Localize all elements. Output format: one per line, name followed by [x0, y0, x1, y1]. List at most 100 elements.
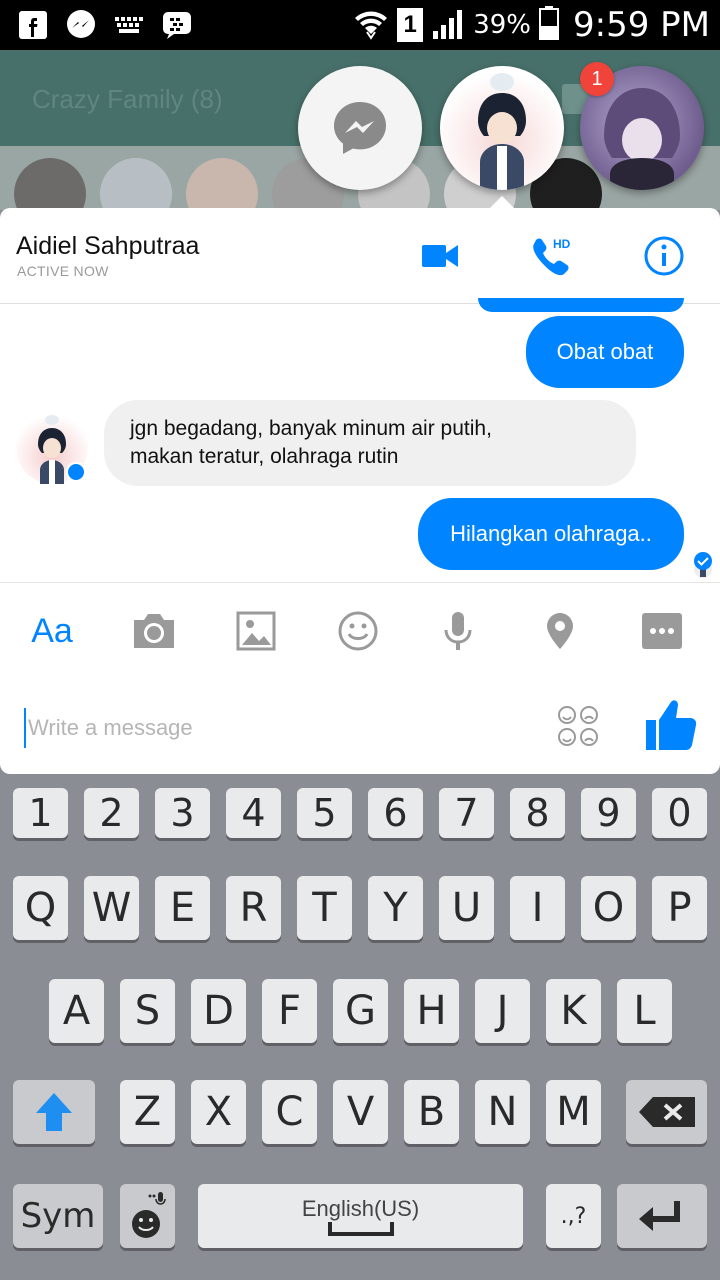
key-3[interactable]: 3 — [155, 788, 210, 838]
sym-key[interactable]: Sym — [13, 1184, 103, 1248]
keyboard-icon — [112, 8, 146, 42]
enter-key[interactable] — [617, 1184, 707, 1248]
key-1[interactable]: 1 — [13, 788, 68, 838]
contact-name[interactable]: Aidiel Sahputraa — [16, 232, 199, 261]
signal-icon — [431, 7, 465, 44]
previous-message-bubble — [478, 298, 684, 312]
key-8[interactable]: 8 — [510, 788, 565, 838]
composer-input-row — [0, 678, 720, 774]
key-2[interactable]: 2 — [84, 788, 139, 838]
keyboard: 1 2 3 4 5 6 7 8 9 0 Q W E R T Y U I O P … — [0, 774, 720, 1280]
thumbs-up-icon — [646, 700, 697, 750]
emoji-voice-key[interactable] — [120, 1184, 175, 1248]
location-button[interactable] — [534, 605, 586, 657]
keyboard-language-label: English(US) — [301, 1196, 420, 1221]
message-input[interactable] — [24, 708, 524, 748]
contact-status: ACTIVE NOW — [17, 263, 109, 279]
key-i[interactable]: I — [510, 876, 565, 940]
backspace-key[interactable] — [626, 1080, 707, 1144]
key-0[interactable]: 0 — [652, 788, 707, 838]
chat-header: Aidiel Sahputraa ACTIVE NOW HD — [0, 208, 720, 304]
microphone-icon — [444, 612, 472, 650]
message-line: makan teratur, olahraga rutin — [130, 445, 399, 468]
video-call-button[interactable] — [418, 234, 462, 278]
key-5[interactable]: 5 — [297, 788, 352, 838]
delivered-check-icon — [694, 552, 712, 570]
key-a[interactable]: A — [49, 979, 104, 1043]
key-6[interactable]: 6 — [368, 788, 423, 838]
camera-button[interactable] — [128, 605, 180, 657]
key-e[interactable]: E — [155, 876, 210, 940]
key-d[interactable]: D — [191, 979, 246, 1043]
message-list[interactable]: Obat obat jgn begadang, banyak minum air… — [0, 298, 720, 582]
key-h[interactable]: H — [404, 979, 459, 1043]
info-button[interactable] — [642, 234, 686, 278]
key-b[interactable]: B — [404, 1080, 459, 1144]
gallery-button[interactable] — [230, 605, 282, 657]
key-q[interactable]: Q — [13, 876, 68, 940]
key-u[interactable]: U — [439, 876, 494, 940]
like-button[interactable] — [644, 696, 700, 756]
key-v[interactable]: V — [333, 1080, 388, 1144]
key-s[interactable]: S — [120, 979, 175, 1043]
key-p[interactable]: P — [652, 876, 707, 940]
more-icon — [642, 613, 682, 649]
status-bar: 1 39% 9:59 PM — [0, 0, 720, 50]
hd-label: HD — [553, 237, 571, 251]
shift-key[interactable] — [13, 1080, 95, 1144]
chat-panel: Aidiel Sahputraa ACTIVE NOW HD Obat obat… — [0, 208, 720, 774]
facebook-icon — [16, 8, 50, 42]
key-c[interactable]: C — [262, 1080, 317, 1144]
chat-head-aidiel[interactable] — [440, 66, 564, 190]
messenger-chat-head[interactable] — [298, 66, 422, 190]
battery-percent: 39% — [473, 10, 531, 40]
enter-arrow-icon — [639, 1201, 680, 1231]
voice-call-button[interactable]: HD — [528, 234, 572, 278]
sim-icon: 1 — [397, 8, 424, 42]
key-9[interactable]: 9 — [581, 788, 636, 838]
voice-button[interactable] — [432, 605, 484, 657]
location-pin-icon — [547, 613, 573, 649]
key-o[interactable]: O — [581, 876, 636, 940]
key-f[interactable]: F — [262, 979, 317, 1043]
smiley-icon — [338, 611, 378, 651]
text-tool-button[interactable]: Aa — [26, 605, 78, 657]
emoji-grid-icon — [558, 706, 598, 746]
anime-avatar-icon — [478, 73, 526, 190]
message-line: jgn begadang, banyak minum air putih, — [130, 417, 492, 440]
key-g[interactable]: G — [333, 979, 388, 1043]
phone-hd-icon: HD — [533, 237, 571, 276]
outgoing-message[interactable]: Obat obat — [526, 316, 684, 388]
sticker-button[interactable] — [332, 605, 384, 657]
image-icon — [236, 611, 276, 651]
key-w[interactable]: W — [84, 876, 139, 940]
key-n[interactable]: N — [475, 1080, 530, 1144]
emoji-button[interactable] — [556, 704, 600, 748]
messenger-icon — [64, 8, 98, 42]
key-k[interactable]: K — [546, 979, 601, 1043]
composer-toolbar: Aa — [0, 582, 720, 678]
key-4[interactable]: 4 — [226, 788, 281, 838]
key-y[interactable]: Y — [368, 876, 423, 940]
space-key[interactable]: English(US) — [198, 1184, 523, 1248]
messenger-badge-icon — [66, 462, 86, 482]
key-m[interactable]: M — [546, 1080, 601, 1144]
punctuation-key[interactable]: .,? — [546, 1184, 601, 1248]
key-r[interactable]: R — [226, 876, 281, 940]
more-button[interactable] — [636, 605, 688, 657]
wifi-icon — [353, 6, 389, 45]
unread-badge: 1 — [580, 62, 614, 96]
key-x[interactable]: X — [191, 1080, 246, 1144]
key-z[interactable]: Z — [120, 1080, 175, 1144]
group-title: Crazy Family (8) — [32, 84, 223, 114]
bbm-icon — [160, 8, 194, 42]
key-j[interactable]: J — [475, 979, 530, 1043]
outgoing-message[interactable]: Hilangkan olahraga.. — [418, 498, 684, 570]
key-l[interactable]: L — [617, 979, 672, 1043]
emoji-mic-icon — [131, 1192, 166, 1238]
shift-arrow-icon — [36, 1093, 72, 1131]
key-t[interactable]: T — [297, 876, 352, 940]
incoming-message[interactable]: jgn begadang, banyak minum air putih, ma… — [104, 400, 636, 486]
key-7[interactable]: 7 — [439, 788, 494, 838]
info-icon — [644, 236, 684, 276]
